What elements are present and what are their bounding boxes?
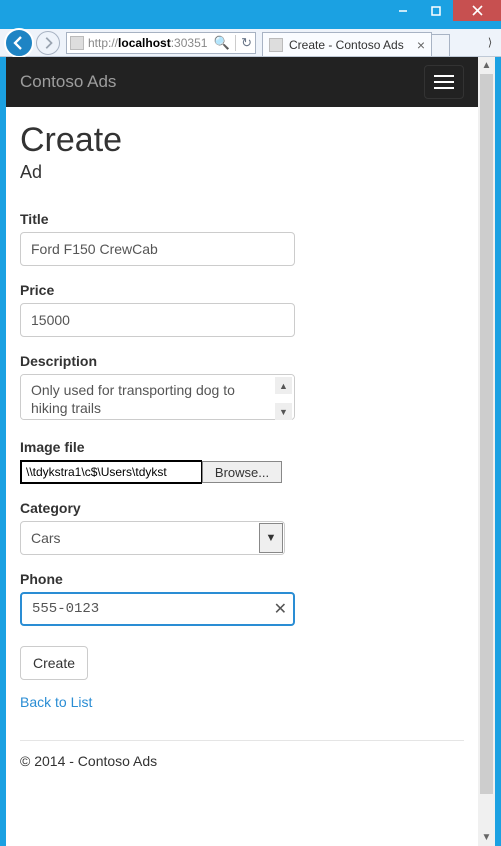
address-host: localhost [118,36,171,50]
page-title: Create [20,121,464,160]
browser-toolbar: http://localhost:30351 🔍 ↻ Create - Cont… [0,29,501,57]
phone-label: Phone [20,571,464,587]
category-select[interactable] [20,521,285,555]
textarea-scroll-up-icon[interactable]: ▲ [275,377,292,394]
price-input[interactable] [20,303,295,337]
browser-tabbar: Create - Contoso Ads × [262,29,479,56]
tab-favicon-icon [269,38,283,52]
scroll-thumb[interactable] [480,74,493,794]
back-to-list-link[interactable]: Back to List [20,694,92,710]
address-separator [235,35,236,51]
browser-tab[interactable]: Create - Contoso Ads × [262,32,432,56]
browser-back-button[interactable] [4,28,34,58]
browse-button[interactable]: Browse... [202,461,282,483]
imagefile-path-input[interactable] [20,460,202,484]
imagefile-label: Image file [20,439,464,455]
price-label: Price [20,282,464,298]
window-maximize-button[interactable] [420,0,452,21]
footer-text: © 2014 - Contoso Ads [20,753,464,769]
new-tab-button[interactable] [432,34,450,56]
page-subtitle: Ad [20,162,464,183]
tab-close-icon[interactable]: × [417,37,425,53]
address-text-suffix: :30351 [171,36,208,50]
browser-more-icon[interactable]: ⟩ [483,36,497,49]
page-body: Create Ad Title Price Description ▲ ▼ Im… [6,107,478,783]
phone-input[interactable] [20,592,295,626]
scroll-down-icon[interactable]: ▼ [478,829,495,846]
description-label: Description [20,353,464,369]
refresh-icon[interactable]: ↻ [241,35,252,51]
title-input[interactable] [20,232,295,266]
menu-toggle-button[interactable] [424,65,464,99]
brand-link[interactable]: Contoso Ads [20,72,116,92]
textarea-scroll-down-icon[interactable]: ▼ [275,403,292,420]
window-titlebar [0,0,501,29]
window-close-button[interactable] [453,0,501,21]
address-bar[interactable]: http://localhost:30351 🔍 ↻ [66,32,256,54]
search-icon[interactable]: 🔍 [214,35,230,51]
description-textarea[interactable] [20,374,295,420]
title-label: Title [20,211,464,227]
app-navbar: Contoso Ads [6,57,478,107]
hamburger-icon [434,75,454,77]
vertical-scrollbar[interactable]: ▲ ▼ [478,57,495,846]
page-favicon-icon [70,36,84,50]
category-label: Category [20,500,464,516]
tab-title: Create - Contoso Ads [289,38,411,52]
browser-viewport: Contoso Ads Create Ad Title Price Descri… [6,57,495,846]
clear-input-icon[interactable]: ✕ [274,599,287,619]
create-button[interactable]: Create [20,646,88,680]
browser-forward-button[interactable] [36,31,60,55]
footer-separator [20,740,464,741]
scroll-up-icon[interactable]: ▲ [478,57,495,74]
dropdown-arrow-icon[interactable]: ▼ [259,523,283,553]
address-text-prefix: http:// [88,36,118,50]
window-minimize-button[interactable] [387,0,419,21]
